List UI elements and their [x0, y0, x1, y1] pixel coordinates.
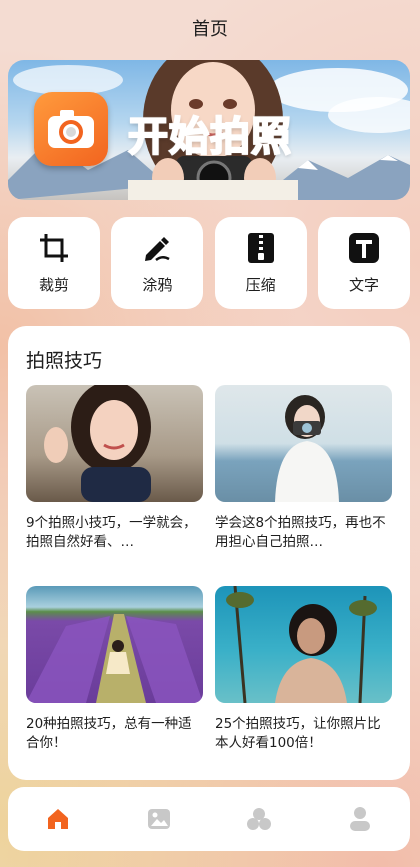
tip-article-card[interactable]: 25个拍照技巧，让你照片比本人好看100倍！ [215, 586, 392, 753]
tip-article-card[interactable]: 学会这8个拍照技巧，再也不用担心自己拍照… [215, 385, 392, 552]
banner-title: 开始拍照 [127, 113, 292, 161]
article-thumbnail [215, 385, 392, 502]
person-icon [349, 807, 370, 831]
camera-icon [34, 92, 108, 166]
crop-button[interactable]: 裁剪 [8, 217, 100, 309]
crop-icon [38, 232, 70, 264]
doodle-label: 涂鸦 [142, 275, 173, 294]
crop-label: 裁剪 [38, 275, 69, 294]
nav-home[interactable] [28, 789, 88, 849]
section-title: 拍照技巧 [26, 350, 103, 372]
photo-tips-section: 拍照技巧 9个拍照小技巧，一学就会，拍照自然好看、… 学会这8个拍照技巧，再也不… [8, 326, 410, 780]
article-caption: 25个拍照技巧，让你照片比本人好看100倍！ [215, 716, 381, 751]
nav-profile[interactable] [330, 789, 390, 849]
tip-article-card[interactable]: 20种拍照技巧，总有一种适合你！ [26, 586, 203, 753]
article-thumbnail [26, 385, 203, 502]
page-title: 首页 [0, 0, 420, 56]
doodle-button[interactable]: 涂鸦 [111, 217, 204, 309]
bottom-navigation [8, 787, 410, 851]
image-icon [147, 809, 170, 829]
nav-discover[interactable] [229, 789, 289, 849]
start-photo-banner[interactable]: 开始拍照 [8, 60, 410, 200]
zip-icon [245, 232, 277, 264]
article-caption: 20种拍照技巧，总有一种适合你！ [26, 716, 192, 751]
text-label: 文字 [348, 275, 379, 294]
text-button[interactable]: 文字 [317, 217, 410, 309]
article-caption: 9个拍照小技巧，一学就会，拍照自然好看、… [26, 515, 197, 550]
nav-gallery[interactable] [129, 789, 189, 849]
page-title-text: 首页 [192, 19, 228, 40]
circles-icon [247, 808, 272, 830]
compress-button[interactable]: 压缩 [214, 217, 307, 309]
compress-label: 压缩 [245, 275, 276, 294]
tip-article-card[interactable]: 9个拍照小技巧，一学就会，拍照自然好看、… [26, 385, 203, 552]
text-icon [348, 232, 380, 264]
article-thumbnail [215, 586, 392, 703]
tool-grid: 裁剪 涂鸦 压缩 文字 [8, 217, 410, 309]
pen-icon [141, 232, 173, 264]
home-icon [48, 809, 69, 829]
article-thumbnail [26, 586, 203, 703]
article-caption: 学会这8个拍照技巧，再也不用担心自己拍照… [215, 515, 386, 550]
